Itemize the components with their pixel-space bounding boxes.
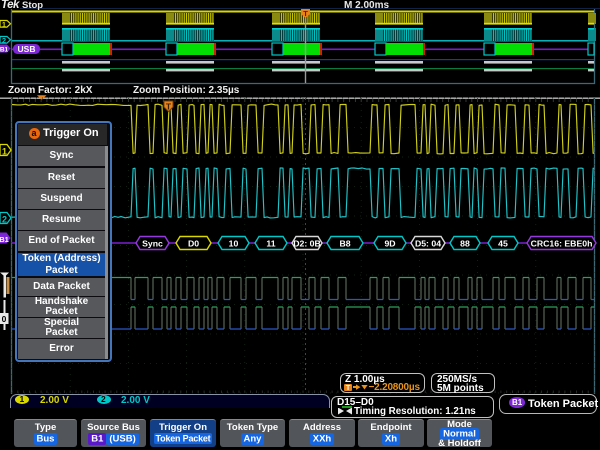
svg-text:10: 10 xyxy=(229,239,239,249)
svg-text:11: 11 xyxy=(266,239,275,249)
svg-text:1: 1 xyxy=(2,147,7,157)
svg-text:88: 88 xyxy=(460,239,470,249)
svg-text:0: 0 xyxy=(2,314,7,324)
svg-text:D0: D0 xyxy=(188,239,199,249)
svg-text:D5: 04: D5: 04 xyxy=(415,239,441,249)
svg-text:D2: 0B: D2: 0B xyxy=(293,239,321,249)
svg-text:CRC16: EBE0h: CRC16: EBE0h xyxy=(531,239,593,249)
svg-text:45: 45 xyxy=(498,239,508,249)
svg-text:2: 2 xyxy=(2,215,7,225)
svg-text:T: T xyxy=(166,102,172,112)
svg-text:B8: B8 xyxy=(339,239,350,249)
svg-text:B1: B1 xyxy=(0,235,9,244)
svg-text:9D: 9D xyxy=(384,239,395,249)
svg-text:Sync: Sync xyxy=(142,239,163,249)
